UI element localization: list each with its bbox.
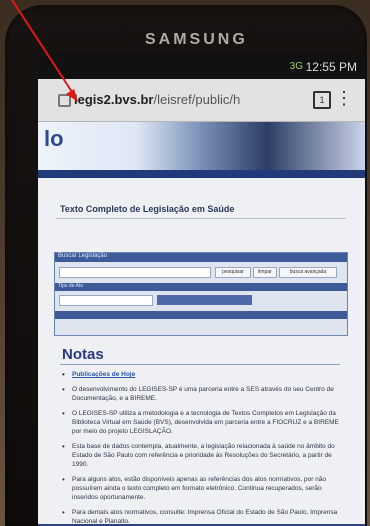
search-form: Buscar Legislação pesquisar limpar busca… xyxy=(54,252,348,336)
act-type-select[interactable] xyxy=(59,295,153,306)
search-input[interactable] xyxy=(59,267,211,278)
overflow-menu-icon[interactable]: ⋮ xyxy=(335,88,353,109)
note-item: O desenvolvimento do LEGISES-SP é uma pa… xyxy=(62,385,347,403)
signal-indicator: 3G xyxy=(289,61,303,72)
url-host: legis2.bvs.br xyxy=(74,92,154,107)
advanced-search-button[interactable]: busca avançada xyxy=(279,267,337,278)
phone-screen: 3G 12:55 PM legis2.bvs.br/leisref/public… xyxy=(38,55,365,526)
search-form-footer xyxy=(55,311,347,319)
search-form-header: Buscar Legislação xyxy=(55,253,347,262)
site-banner: lo xyxy=(38,122,365,170)
page-title: Texto Completo de Legislação em Saúde xyxy=(60,204,235,214)
date-range-field[interactable] xyxy=(157,295,252,305)
note-item: O LEGISES-SP utiliza a metodologia e a t… xyxy=(62,409,347,436)
brand-label: SAMSUNG xyxy=(145,31,248,48)
status-time: 12:55 PM xyxy=(305,60,357,74)
note-item: Para alguns atos, estão disponíveis apen… xyxy=(62,475,347,502)
clear-button[interactable]: limpar xyxy=(253,267,277,278)
site-logo[interactable]: lo xyxy=(44,126,64,152)
notes-heading: Notas xyxy=(62,346,104,363)
note-item-todays-publications[interactable]: Publicações de Hoje xyxy=(62,370,347,379)
title-divider xyxy=(56,218,346,219)
note-item: Esta base de dados contempla, atualmente… xyxy=(62,442,347,469)
notes-list: Publicações de Hoje O desenvolvimento do… xyxy=(62,370,347,526)
browser-url-bar[interactable]: legis2.bvs.br/leisref/public/h 1 ⋮ xyxy=(38,79,365,122)
search-button[interactable]: pesquisar xyxy=(215,267,251,278)
url-text[interactable]: legis2.bvs.br/leisref/public/h xyxy=(74,92,240,107)
url-path: /leisref/public/h xyxy=(153,92,241,107)
page-content: Texto Completo de Legislação em Saúde Bu… xyxy=(38,178,365,526)
status-bar: 3G 12:55 PM xyxy=(38,55,365,79)
notes-divider xyxy=(60,364,340,365)
act-type-header: Tipo de Ato xyxy=(55,283,347,291)
tabs-button[interactable]: 1 xyxy=(313,91,331,109)
site-nav-strip[interactable] xyxy=(38,170,365,178)
lock-icon xyxy=(58,94,71,107)
